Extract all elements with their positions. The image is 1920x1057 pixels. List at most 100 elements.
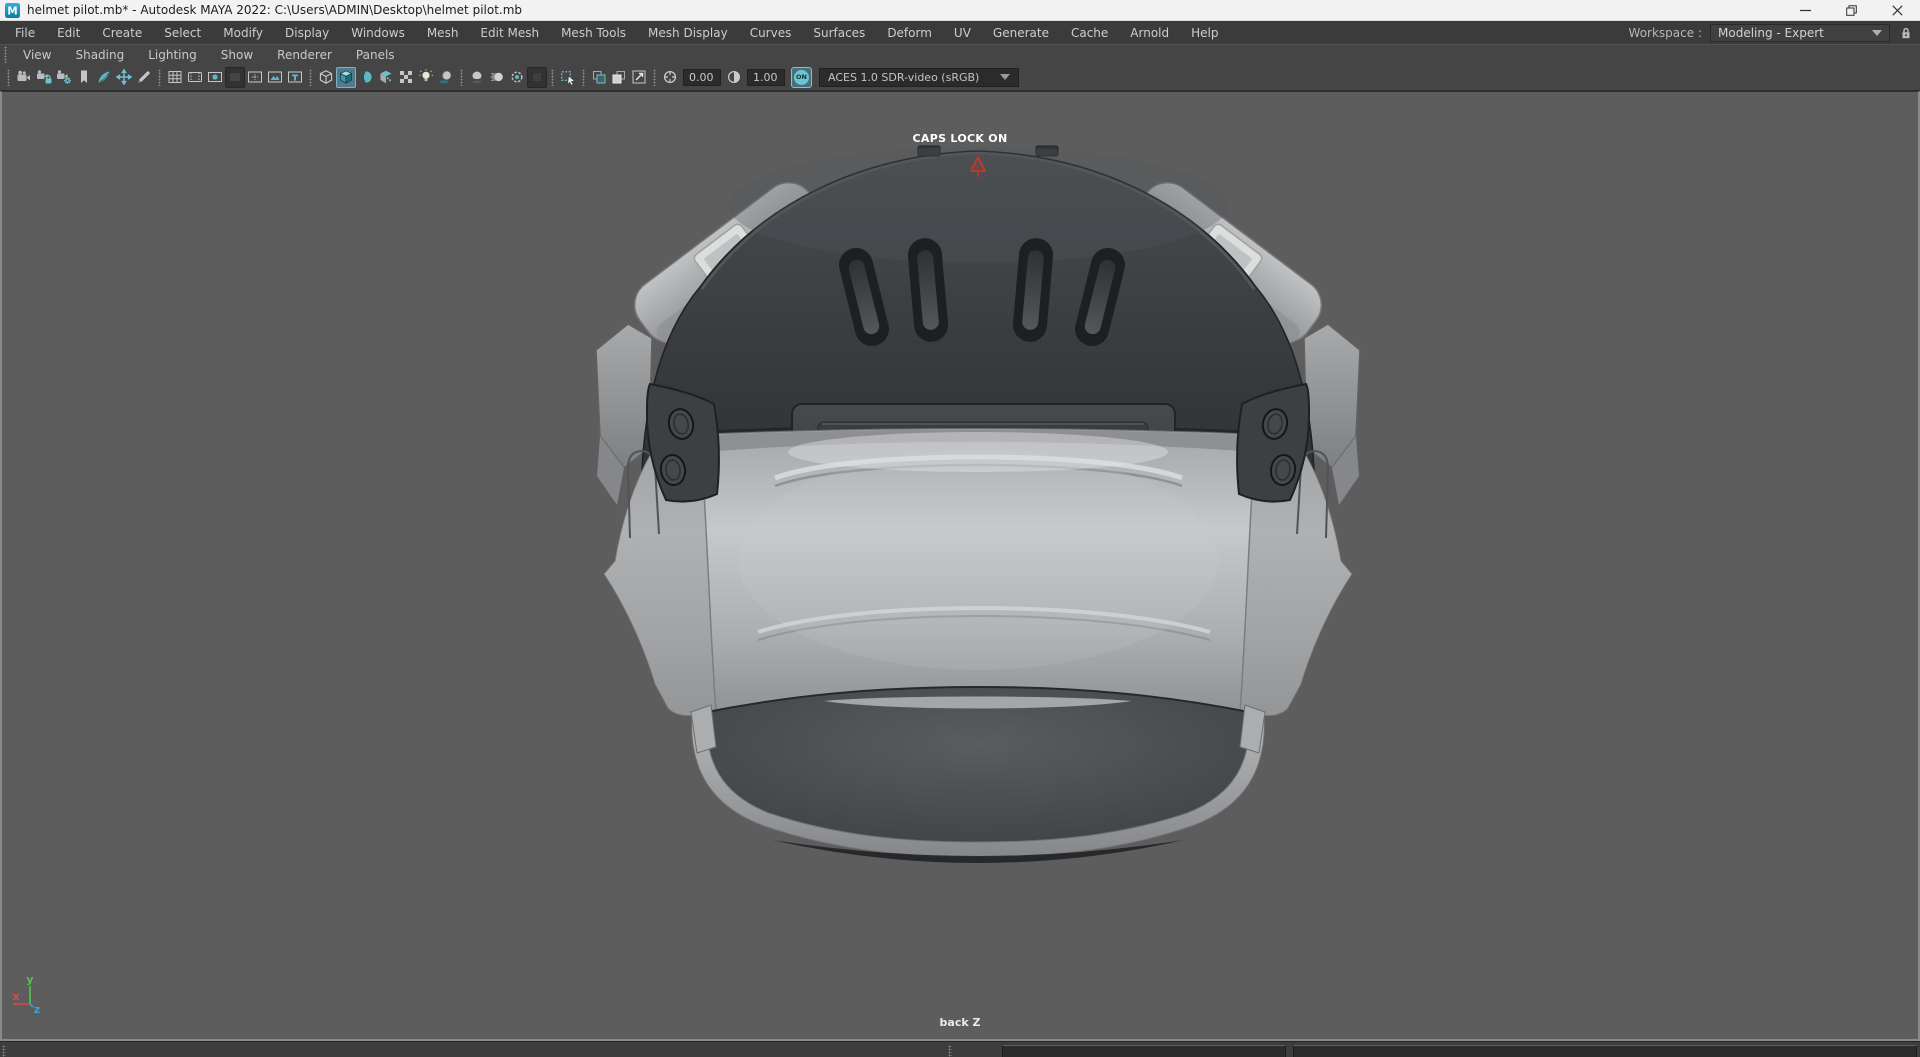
menu-item-uv[interactable]: UV xyxy=(943,26,982,40)
menu-item-edit-mesh[interactable]: Edit Mesh xyxy=(469,26,550,40)
camera-settings-button[interactable] xyxy=(54,67,74,88)
use-default-material-button[interactable] xyxy=(396,67,416,88)
shadows-icon xyxy=(439,71,451,84)
view-transform-on-toggle[interactable]: ON xyxy=(791,66,812,88)
menu-item-windows[interactable]: Windows xyxy=(340,26,416,40)
panel-menu-shading[interactable]: Shading xyxy=(63,48,136,62)
maya-logo-icon: M xyxy=(5,2,20,18)
isolate-select-icon xyxy=(593,71,606,84)
panel-menu-panels[interactable]: Panels xyxy=(344,48,407,62)
gate-mask-button[interactable] xyxy=(225,66,245,88)
render-setting-button[interactable] xyxy=(527,66,547,88)
occlusion-button[interactable] xyxy=(467,67,487,88)
wireframe-button[interactable] xyxy=(316,67,336,88)
menu-item-cache[interactable]: Cache xyxy=(1060,26,1119,40)
toolbar-grip[interactable] xyxy=(551,68,554,86)
fit-resolution-gate-icon xyxy=(632,70,646,84)
camera-lock-button[interactable] xyxy=(34,67,54,88)
viewport-panel[interactable]: CAPS LOCK ON y x z back Z xyxy=(0,91,1920,1041)
menu-item-modify[interactable]: Modify xyxy=(212,26,274,40)
grease-pencil-button[interactable] xyxy=(134,67,154,88)
workspace-lock-icon[interactable] xyxy=(1898,25,1914,41)
menu-item-edit[interactable]: Edit xyxy=(46,26,91,40)
menu-item-arnold[interactable]: Arnold xyxy=(1119,26,1180,40)
fit-resolution-gate-button[interactable] xyxy=(629,67,649,88)
panel-menubar: View Shading Lighting Show Renderer Pane… xyxy=(0,44,1920,64)
toolbar-grip[interactable] xyxy=(309,68,312,86)
panel-menu-lighting[interactable]: Lighting xyxy=(136,48,209,62)
isolate-select-button[interactable] xyxy=(589,67,609,88)
main-menubar: File Edit Create Select Modify Display W… xyxy=(0,21,1920,44)
menu-item-curves[interactable]: Curves xyxy=(739,26,803,40)
menu-item-mesh-display[interactable]: Mesh Display xyxy=(637,26,739,40)
toolbar-grip[interactable] xyxy=(7,68,10,86)
panel-menu-view[interactable]: View xyxy=(11,48,63,62)
safe-action-icon xyxy=(268,71,282,83)
command-line-grip[interactable] xyxy=(948,1045,952,1057)
safe-action-button[interactable] xyxy=(265,67,285,88)
textured-button[interactable] xyxy=(356,67,376,88)
object-select-button[interactable] xyxy=(558,67,578,88)
render-setting-icon xyxy=(533,73,541,81)
exposure-button[interactable] xyxy=(660,67,680,88)
smooth-shade-button[interactable] xyxy=(336,66,356,88)
image-plane-button[interactable] xyxy=(94,67,114,88)
viewport-canvas[interactable] xyxy=(2,92,1918,1039)
menu-item-generate[interactable]: Generate xyxy=(982,26,1060,40)
toolbar-grip[interactable] xyxy=(158,68,161,86)
isolate-selected-view-button[interactable] xyxy=(609,67,629,88)
motion-blur-button[interactable] xyxy=(487,67,507,88)
grid-button[interactable] xyxy=(165,67,185,88)
film-gate-icon xyxy=(188,72,202,82)
resolution-gate-button[interactable] xyxy=(205,67,225,88)
menu-item-help[interactable]: Help xyxy=(1180,26,1229,40)
wireframe-icon xyxy=(319,70,333,84)
bookmark-button[interactable] xyxy=(74,67,94,88)
menu-item-mesh-tools[interactable]: Mesh Tools xyxy=(550,26,637,40)
exposure-field[interactable]: 0.00 xyxy=(683,68,721,86)
axis-x-label: x xyxy=(12,990,19,1003)
window-controls xyxy=(1782,0,1920,20)
pan-zoom-2d-button[interactable] xyxy=(114,67,134,88)
workspace-value: Modeling - Expert xyxy=(1718,25,1824,40)
panel-menu-renderer[interactable]: Renderer xyxy=(265,48,344,62)
window-title: helmet pilot.mb* - Autodesk MAYA 2022: C… xyxy=(27,3,523,17)
workspace-select[interactable]: Modeling - Expert xyxy=(1710,23,1890,42)
motion-blur-icon xyxy=(490,72,503,82)
minimize-button[interactable] xyxy=(1782,0,1828,20)
grease-pencil-icon xyxy=(138,71,150,83)
toolbar-grip[interactable] xyxy=(582,68,585,86)
menu-item-select[interactable]: Select xyxy=(153,26,212,40)
field-chart-button[interactable] xyxy=(245,67,265,88)
textured-cube-button[interactable] xyxy=(376,67,396,88)
menu-item-surfaces[interactable]: Surfaces xyxy=(802,26,876,40)
smooth-shade-icon xyxy=(339,70,353,84)
toolbar-grip[interactable] xyxy=(460,68,463,86)
close-button[interactable] xyxy=(1874,0,1920,20)
menu-item-create[interactable]: Create xyxy=(91,26,153,40)
anti-aliasing-button[interactable] xyxy=(507,67,527,88)
panel-menubar-grip[interactable] xyxy=(4,46,7,63)
restore-button[interactable] xyxy=(1828,0,1874,20)
panel-menu-show[interactable]: Show xyxy=(209,48,265,62)
safe-title-button[interactable] xyxy=(285,67,305,88)
gamma-button[interactable] xyxy=(724,67,744,88)
gamma-field[interactable]: 1.00 xyxy=(747,68,785,86)
image-plane-icon xyxy=(98,71,110,83)
command-line-grip[interactable] xyxy=(2,1045,6,1057)
film-gate-button[interactable] xyxy=(185,67,205,88)
restore-icon xyxy=(1845,4,1857,16)
shadows-button[interactable] xyxy=(436,67,456,88)
lighting-icon xyxy=(419,69,433,82)
menu-item-deform[interactable]: Deform xyxy=(876,26,943,40)
camera-button[interactable] xyxy=(14,67,34,88)
lighting-button[interactable] xyxy=(416,67,436,88)
command-input[interactable] xyxy=(1002,1045,1286,1057)
toolbar-grip[interactable] xyxy=(653,68,656,86)
menu-item-mesh[interactable]: Mesh xyxy=(416,26,470,40)
command-result[interactable] xyxy=(1293,1045,1917,1057)
menu-item-file[interactable]: File xyxy=(4,26,46,40)
axis-gizmo: y x z xyxy=(12,973,40,1016)
color-space-select[interactable]: ACES 1.0 SDR-video (sRGB) xyxy=(819,67,1019,87)
menu-item-display[interactable]: Display xyxy=(274,26,340,40)
